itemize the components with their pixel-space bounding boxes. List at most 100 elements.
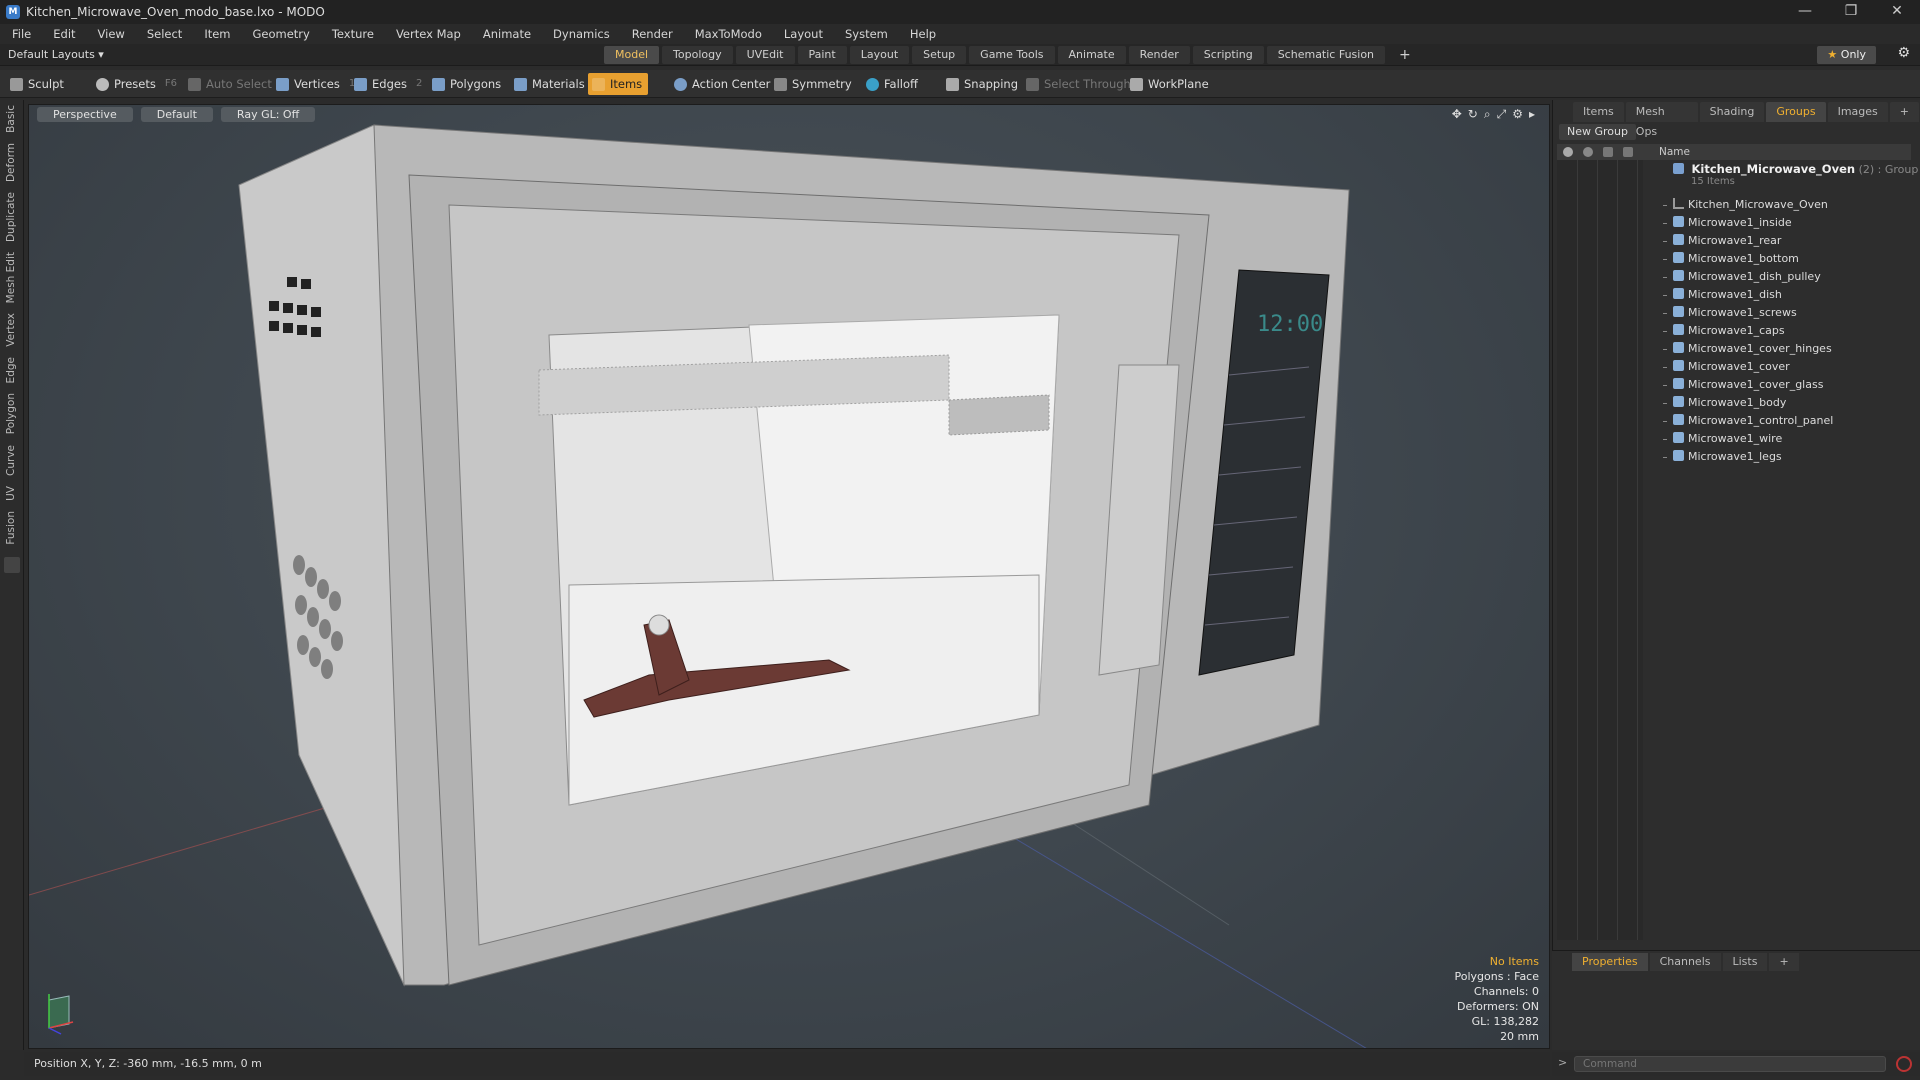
list-item[interactable]: Microwave1_screws <box>1663 304 1833 322</box>
menu-help[interactable]: Help <box>898 24 946 44</box>
tab-mesh-edit[interactable]: Mesh Edit <box>5 247 17 308</box>
menu-layout[interactable]: Layout <box>772 24 833 44</box>
command-input[interactable] <box>1574 1056 1886 1072</box>
menu-system[interactable]: System <box>833 24 898 44</box>
raygl-toggle[interactable]: Ray GL: Off <box>220 107 316 122</box>
tab-mesh-ops[interactable]: Mesh Ops <box>1625 102 1698 138</box>
list-item[interactable]: Microwave1_bottom <box>1663 250 1833 268</box>
tab-topology[interactable]: Topology <box>662 46 733 64</box>
tab-schematic-fusion[interactable]: Schematic Fusion <box>1266 46 1386 64</box>
record-macro-icon[interactable] <box>1896 1056 1912 1072</box>
action-center-button[interactable]: Action Center <box>670 73 776 95</box>
menu-dynamics[interactable]: Dynamics <box>541 24 620 44</box>
tab-basic[interactable]: Basic <box>5 100 17 138</box>
tab-setup[interactable]: Setup <box>912 46 967 64</box>
menu-geometry[interactable]: Geometry <box>241 24 320 44</box>
select-column-icon[interactable] <box>1623 147 1633 157</box>
add-layout-tab-button[interactable]: + <box>1388 46 1422 64</box>
maximize-viewport-icon[interactable]: ⤢ <box>1497 107 1507 122</box>
minimize-button[interactable]: — <box>1782 0 1828 24</box>
menu-view[interactable]: View <box>86 24 135 44</box>
maximize-button[interactable]: ❐ <box>1828 0 1874 24</box>
presets-button[interactable]: Presets F6 <box>92 73 183 95</box>
lock-column-icon[interactable] <box>1603 147 1613 157</box>
render-column-icon[interactable] <box>1583 147 1593 157</box>
menu-vertex-map[interactable]: Vertex Map <box>384 24 471 44</box>
tab-properties[interactable]: Properties <box>1572 953 1648 971</box>
falloff-button[interactable]: Falloff <box>862 73 924 95</box>
list-item[interactable]: Microwave1_caps <box>1663 322 1833 340</box>
pan-icon[interactable]: ✥ <box>1452 107 1462 122</box>
viewport-menu-icon[interactable]: ▸ <box>1529 107 1535 122</box>
menu-animate[interactable]: Animate <box>471 24 541 44</box>
list-item[interactable]: Microwave1_wire <box>1663 430 1833 448</box>
shading-mode-dropdown[interactable]: Default <box>140 107 213 122</box>
list-item[interactable]: Microwave1_cover_hinges <box>1663 340 1833 358</box>
menu-texture[interactable]: Texture <box>320 24 384 44</box>
tab-vertex[interactable]: Vertex <box>5 308 17 352</box>
list-item[interactable]: Microwave1_inside <box>1663 214 1833 232</box>
items-button[interactable]: Items <box>588 73 649 95</box>
menu-item[interactable]: Item <box>192 24 240 44</box>
tab-animate[interactable]: Animate <box>1057 46 1126 64</box>
tab-channels[interactable]: Channels <box>1649 953 1721 971</box>
3d-viewport[interactable]: 12:00 Perspective Default Ray GL: Off ✥ … <box>28 104 1550 1049</box>
new-group-button[interactable]: New Group <box>1559 124 1636 140</box>
tab-paint[interactable]: Paint <box>797 46 847 64</box>
tab-edge[interactable]: Edge <box>5 352 17 388</box>
tab-groups[interactable]: Groups <box>1766 102 1826 122</box>
viewport-settings-icon[interactable]: ⚙ <box>1512 107 1523 122</box>
visibility-column-icon[interactable] <box>1563 147 1573 157</box>
menu-render[interactable]: Render <box>620 24 683 44</box>
tab-items[interactable]: Items <box>1573 102 1624 122</box>
layout-settings-gear-icon[interactable]: ⚙ <box>1897 45 1910 61</box>
auto-select-button[interactable]: Auto Select <box>184 73 278 95</box>
tab-game-tools[interactable]: Game Tools <box>969 46 1055 64</box>
tab-curve[interactable]: Curve <box>5 440 17 481</box>
tab-shading[interactable]: Shading <box>1699 102 1765 122</box>
list-item[interactable]: Microwave1_control_panel <box>1663 412 1833 430</box>
list-item[interactable]: Microwave1_dish <box>1663 286 1833 304</box>
menu-file[interactable]: File <box>0 24 41 44</box>
tab-render[interactable]: Render <box>1128 46 1190 64</box>
menu-edit[interactable]: Edit <box>41 24 85 44</box>
list-item[interactable]: Microwave1_legs <box>1663 448 1833 466</box>
list-item[interactable]: Kitchen_Microwave_Oven <box>1663 196 1833 214</box>
workplane-button[interactable]: WorkPlane <box>1126 73 1215 95</box>
rotate-icon[interactable]: ↻ <box>1468 107 1478 122</box>
list-item[interactable]: Microwave1_rear <box>1663 232 1833 250</box>
vertices-button[interactable]: Vertices 1 <box>272 73 361 95</box>
materials-button[interactable]: Materials <box>510 73 591 95</box>
tab-layout[interactable]: Layout <box>849 46 910 64</box>
tab-polygon[interactable]: Polygon <box>5 388 17 439</box>
default-layouts-dropdown[interactable]: Default Layouts ▾ <box>8 44 104 66</box>
view-mode-dropdown[interactable]: Perspective <box>37 107 133 122</box>
snapping-button[interactable]: Snapping <box>942 73 1024 95</box>
tab-lists[interactable]: Lists <box>1722 953 1768 971</box>
list-item[interactable]: Microwave1_body <box>1663 394 1833 412</box>
tab-deform[interactable]: Deform <box>5 138 17 187</box>
tab-fusion[interactable]: Fusion <box>5 506 17 550</box>
menu-select[interactable]: Select <box>135 24 192 44</box>
tab-uv[interactable]: UV <box>5 481 17 506</box>
list-item[interactable]: Microwave1_cover_glass <box>1663 376 1833 394</box>
only-toggle-button[interactable]: ★ Only <box>1817 46 1876 64</box>
menu-maxtomodo[interactable]: MaxToModo <box>683 24 772 44</box>
tab-duplicate[interactable]: Duplicate <box>5 187 17 247</box>
zoom-icon[interactable]: ⌕ <box>1484 107 1491 122</box>
polygons-button[interactable]: Polygons <box>428 73 507 95</box>
symmetry-button[interactable]: Symmetry <box>770 73 858 95</box>
add-properties-tab-button[interactable]: + <box>1769 953 1799 971</box>
sculpt-button[interactable]: Sculpt <box>6 73 70 95</box>
tab-uvedit[interactable]: UVEdit <box>735 46 795 64</box>
add-panel-tab-button[interactable]: + <box>1889 102 1919 122</box>
list-item[interactable]: Microwave1_dish_pulley <box>1663 268 1833 286</box>
tab-images[interactable]: Images <box>1827 102 1888 122</box>
close-button[interactable]: ✕ <box>1874 0 1920 24</box>
command-history-arrow-icon[interactable]: > <box>1558 1056 1567 1069</box>
select-through-button[interactable]: Select Through <box>1022 73 1137 95</box>
edges-button[interactable]: Edges 2 <box>350 73 428 95</box>
tab-model[interactable]: Model <box>604 46 660 64</box>
tab-scripting[interactable]: Scripting <box>1192 46 1264 64</box>
list-item[interactable]: Microwave1_cover <box>1663 358 1833 376</box>
